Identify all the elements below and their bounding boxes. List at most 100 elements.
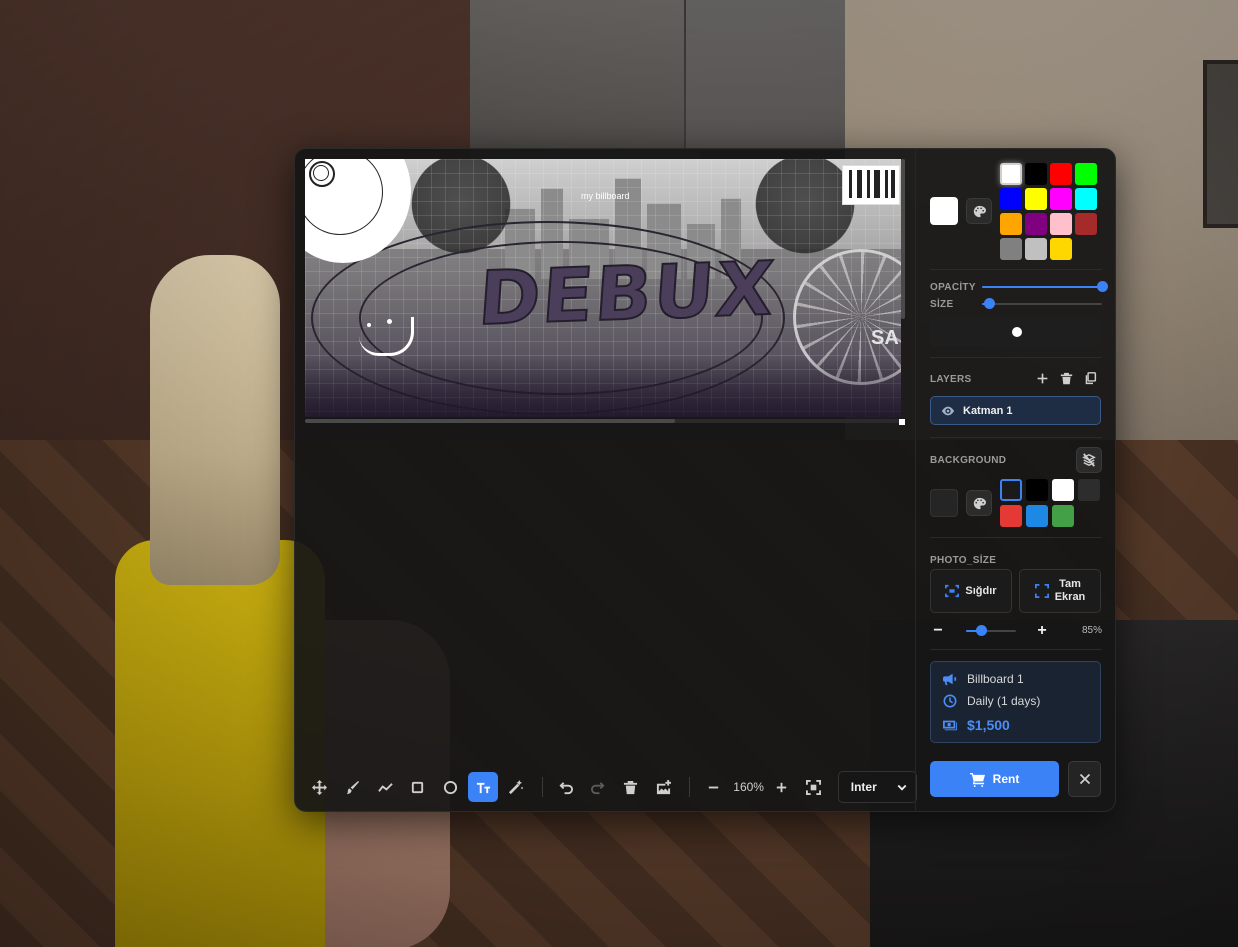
- layers-off-icon: [1082, 453, 1096, 467]
- circle-tool-button[interactable]: [436, 772, 466, 802]
- line-tool-button[interactable]: [370, 772, 400, 802]
- rental-price: $1,500: [967, 717, 1010, 733]
- current-color-swatch[interactable]: [930, 197, 958, 225]
- photo-zoom-knob[interactable]: [976, 625, 987, 636]
- text-tool-button[interactable]: [468, 772, 498, 802]
- rent-label: Rent: [992, 772, 1020, 786]
- clock-icon: [943, 694, 957, 708]
- background-palette: [1000, 479, 1100, 527]
- color-swatch[interactable]: [1025, 188, 1047, 210]
- background-picker-button[interactable]: [966, 490, 992, 516]
- photo-zoom-out-button[interactable]: −: [930, 623, 946, 639]
- color-swatch[interactable]: [1000, 188, 1022, 210]
- fit-view-button[interactable]: [799, 772, 829, 802]
- background-swatch[interactable]: [1026, 479, 1048, 501]
- move-tool-button[interactable]: [305, 772, 335, 802]
- size-slider-knob[interactable]: [984, 298, 995, 309]
- rental-duration: Daily (1 days): [967, 694, 1041, 708]
- redo-button[interactable]: [583, 772, 613, 802]
- color-swatch[interactable]: [1025, 163, 1047, 185]
- rectangle-tool-button[interactable]: [403, 772, 433, 802]
- billboard-text-label: my billboard: [581, 191, 630, 201]
- size-slider-track[interactable]: [982, 303, 1102, 305]
- background-visibility-toggle[interactable]: [1076, 447, 1102, 473]
- section-divider: [930, 357, 1102, 358]
- canvas-resize-handle[interactable]: [899, 419, 905, 425]
- photo-zoom-percent: 85%: [1081, 625, 1102, 636]
- color-swatch[interactable]: [1000, 213, 1022, 235]
- fit-label: Sığdır: [965, 585, 997, 597]
- add-image-button[interactable]: [649, 772, 679, 802]
- redo-icon: [590, 781, 605, 794]
- layer-item[interactable]: Katman 1: [930, 396, 1101, 425]
- scrollbar-thumb[interactable]: [305, 419, 675, 423]
- background-swatch[interactable]: [1026, 505, 1048, 527]
- rent-button[interactable]: Rent: [930, 761, 1059, 797]
- undo-button[interactable]: [551, 772, 581, 802]
- color-swatch[interactable]: [1025, 238, 1047, 260]
- color-swatch[interactable]: [1050, 213, 1072, 235]
- toolbar-separator: [689, 777, 691, 797]
- add-layer-button[interactable]: [1034, 370, 1050, 386]
- fit-button[interactable]: Sığdır: [930, 569, 1012, 613]
- background-swatch[interactable]: [1000, 479, 1022, 501]
- background-swatch[interactable]: [1078, 479, 1100, 501]
- color-swatch[interactable]: [1050, 188, 1072, 210]
- color-swatch[interactable]: [1000, 238, 1022, 260]
- section-divider: [930, 649, 1102, 650]
- color-picker-button[interactable]: [966, 198, 992, 224]
- vertical-scrollbar[interactable]: [901, 159, 905, 319]
- palette-icon: [973, 497, 986, 509]
- money-icon: [943, 720, 957, 731]
- zoom-in-button[interactable]: [766, 772, 796, 802]
- photo-zoom-in-button[interactable]: +: [1034, 623, 1050, 639]
- plus-icon: [1037, 373, 1047, 383]
- background-swatch[interactable]: [1052, 479, 1074, 501]
- brush-preview-dot: [1012, 327, 1022, 337]
- brush-preview: [930, 317, 1101, 347]
- delete-button[interactable]: [616, 772, 646, 802]
- canvas-sign-text: SA: [871, 327, 899, 349]
- current-background-swatch[interactable]: [930, 489, 958, 517]
- color-swatch[interactable]: [1025, 213, 1047, 235]
- color-swatch[interactable]: [1000, 163, 1022, 185]
- close-button[interactable]: [1068, 761, 1101, 797]
- rectangle-icon: [412, 781, 424, 793]
- zoom-out-button[interactable]: [698, 772, 728, 802]
- billboard-name-row: Billboard 1: [943, 672, 1024, 686]
- background-label: BACKGROUND: [930, 455, 1007, 466]
- duplicate-layer-button[interactable]: [1082, 370, 1098, 386]
- canvas-area[interactable]: DEBUX my billboard SA 160% Inter: [295, 149, 918, 811]
- editor-sidebar: OPACİTY SİZE LAYERS Katman 1 BACKGROUND: [915, 149, 1116, 811]
- circle-icon: [443, 780, 458, 794]
- color-swatch[interactable]: [1050, 238, 1072, 260]
- drawn-dot: [387, 319, 392, 324]
- font-select-value: Inter: [850, 780, 877, 794]
- magic-wand-tool-button[interactable]: [501, 772, 531, 802]
- line-icon: [377, 782, 393, 792]
- drawn-circle-tiny: [313, 165, 329, 181]
- opacity-slider-knob[interactable]: [1097, 281, 1108, 292]
- color-swatch[interactable]: [1075, 163, 1097, 185]
- opacity-label: OPACİTY: [930, 282, 976, 293]
- background-swatch[interactable]: [1052, 505, 1074, 527]
- brush-tool-button[interactable]: [338, 772, 368, 802]
- horizontal-scrollbar[interactable]: [305, 419, 901, 423]
- delete-layer-button[interactable]: [1058, 370, 1074, 386]
- font-select[interactable]: Inter: [837, 771, 918, 803]
- photo-zoom-row: − + 85%: [930, 623, 1102, 639]
- toolbar-separator: [541, 777, 543, 797]
- trash-icon: [624, 780, 638, 794]
- color-swatch[interactable]: [1075, 213, 1097, 235]
- fullscreen-button[interactable]: Tam Ekran: [1019, 569, 1101, 613]
- size-label: SİZE: [930, 299, 954, 310]
- trash-icon: [1060, 372, 1072, 384]
- brush-icon: [346, 780, 360, 794]
- color-swatch[interactable]: [1075, 188, 1097, 210]
- background-swatch[interactable]: [1000, 505, 1022, 527]
- plus-icon: [776, 782, 786, 792]
- color-swatch[interactable]: [1050, 163, 1072, 185]
- text-icon: [476, 782, 490, 793]
- billboard-canvas[interactable]: DEBUX my billboard SA: [305, 159, 901, 417]
- zoom-level: 160%: [733, 780, 764, 794]
